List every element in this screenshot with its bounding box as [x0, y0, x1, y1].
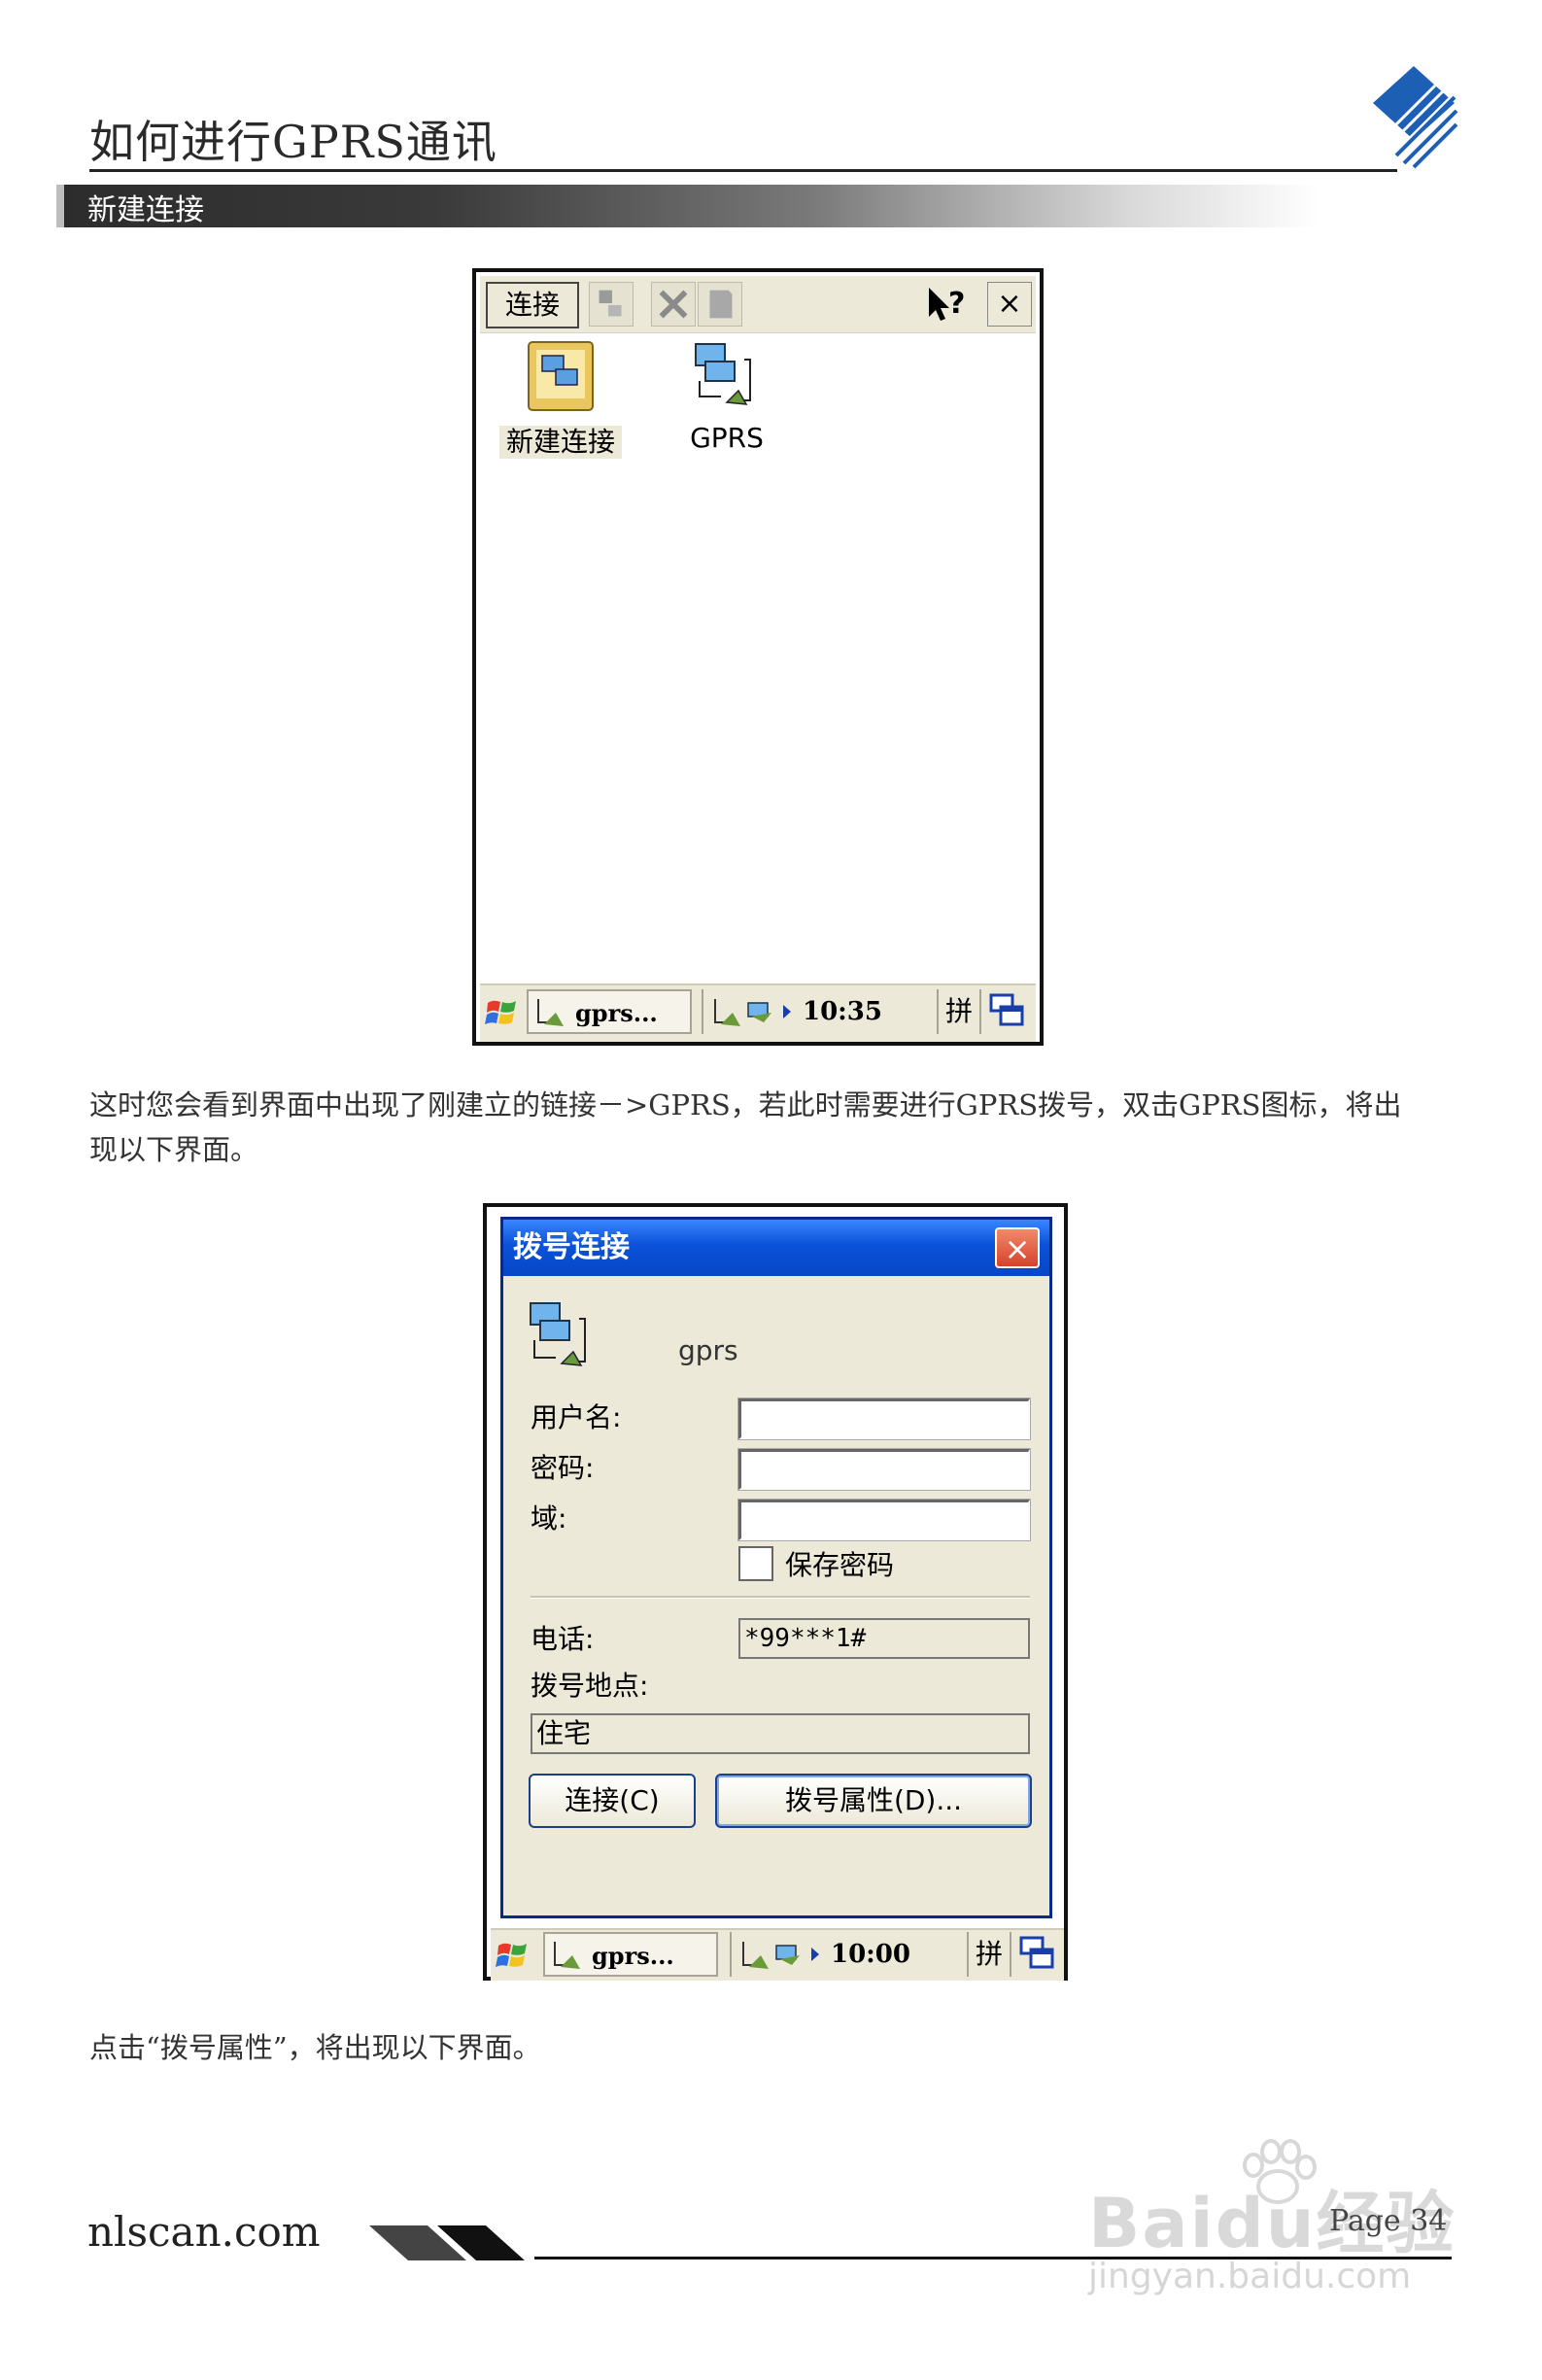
taskbar: gprs... 10:35 拼 — [480, 983, 1036, 1042]
dial-connection-dialog: 拨号连接 × gprs 用户名: 密码: 域: 保存密码 电话: *99***1… — [500, 1217, 1052, 1918]
dialog-close-button[interactable]: × — [995, 1227, 1040, 1268]
footer-url: nlscan.com — [87, 2208, 321, 2256]
copy-icon[interactable] — [698, 282, 742, 327]
toolbar: 连接 ? × — [480, 276, 1036, 333]
windows-start-icon[interactable] — [495, 1938, 531, 1975]
dial-from-label: 拨号地点: — [531, 1670, 649, 1702]
save-password-checkbox[interactable] — [738, 1546, 773, 1581]
username-label: 用户名: — [531, 1401, 622, 1433]
taskbar: gprs... 10:00 拼 — [491, 1928, 1064, 1981]
desktop-switch-icon[interactable] — [987, 991, 1026, 1030]
windows-start-icon[interactable] — [484, 995, 521, 1032]
dialog-title: 拨号连接 — [513, 1230, 630, 1264]
help-button[interactable]: ? — [923, 282, 972, 327]
body-paragraph: 点击“拨号属性”，将出现以下界面。 — [89, 2031, 541, 2064]
network-status-icon[interactable] — [709, 995, 797, 1028]
document-title: 如何进行GPRS通讯 — [89, 116, 497, 168]
watermark-url: jingyan.baidu.com — [1088, 2257, 1412, 2296]
dial-properties-button[interactable]: 拨号属性(D)... — [715, 1774, 1032, 1828]
phone-label: 电话: — [531, 1623, 595, 1655]
dial-from-field: 住宅 — [531, 1713, 1030, 1754]
divider — [531, 1596, 1030, 1599]
footer-decoration — [369, 2225, 525, 2260]
password-field[interactable] — [737, 1448, 1031, 1491]
header-rule — [89, 169, 1397, 172]
network-connection-icon — [530, 1302, 586, 1366]
page-number: Page 34 — [1329, 2204, 1448, 2238]
gprs-connection-label: GPRS — [690, 422, 764, 454]
connection-name: gprs — [678, 1334, 738, 1366]
section-title: 新建连接 — [87, 193, 204, 227]
phone-number-field: *99***1# — [738, 1618, 1030, 1659]
properties-icon[interactable] — [589, 282, 634, 327]
taskbar-gprs-task[interactable]: gprs... — [527, 989, 692, 1034]
connections-window-screenshot: 连接 ? × 新建连接 GPRS gprs... 10:35 拼 — [472, 268, 1044, 1046]
save-password-label: 保存密码 — [785, 1549, 895, 1581]
taskbar-task-label: gprs... — [592, 1942, 674, 1970]
username-field[interactable] — [737, 1397, 1031, 1440]
connection-task-icon — [554, 1942, 580, 1969]
new-connection-label: 新建连接 — [499, 426, 622, 459]
system-tray: 10:35 — [702, 989, 933, 1034]
section-bar-edge — [56, 185, 64, 227]
taskbar-clock: 10:35 — [803, 997, 882, 1026]
body-paragraph: 这时您会看到界面中出现了刚建立的链接－>GPRS，若此时需要进行GPRS拨号，双… — [89, 1088, 1402, 1166]
system-tray: 10:00 — [730, 1932, 961, 1977]
connect-button[interactable]: 连接(C) — [529, 1774, 696, 1828]
taskbar-gprs-task[interactable]: gprs... — [543, 1932, 718, 1977]
company-logo-icon — [1373, 66, 1458, 169]
connection-task-icon — [537, 999, 564, 1026]
desktop-switch-icon[interactable] — [1017, 1934, 1056, 1973]
help-pointer-icon: ? — [929, 287, 965, 321]
dial-connection-screenshot: 拨号连接 × gprs 用户名: 密码: 域: 保存密码 电话: *99***1… — [483, 1203, 1068, 1981]
delete-icon[interactable] — [651, 282, 696, 327]
domain-field[interactable] — [737, 1499, 1031, 1541]
dialog-title-bar: 拨号连接 × — [503, 1220, 1049, 1276]
network-connection-icon[interactable] — [688, 340, 766, 418]
section-bar — [56, 185, 1319, 227]
close-button[interactable]: × — [987, 282, 1032, 327]
input-method-indicator[interactable]: 拼 — [967, 1932, 1011, 1977]
network-status-icon[interactable] — [737, 1938, 825, 1971]
input-method-indicator[interactable]: 拼 — [937, 989, 981, 1034]
domain-label: 域: — [531, 1502, 567, 1535]
taskbar-clock: 10:00 — [831, 1940, 910, 1969]
svg-text:?: ? — [948, 287, 965, 321]
taskbar-task-label: gprs... — [575, 999, 658, 1027]
password-label: 密码: — [531, 1452, 595, 1484]
connection-menu-button[interactable]: 连接 — [486, 282, 579, 328]
